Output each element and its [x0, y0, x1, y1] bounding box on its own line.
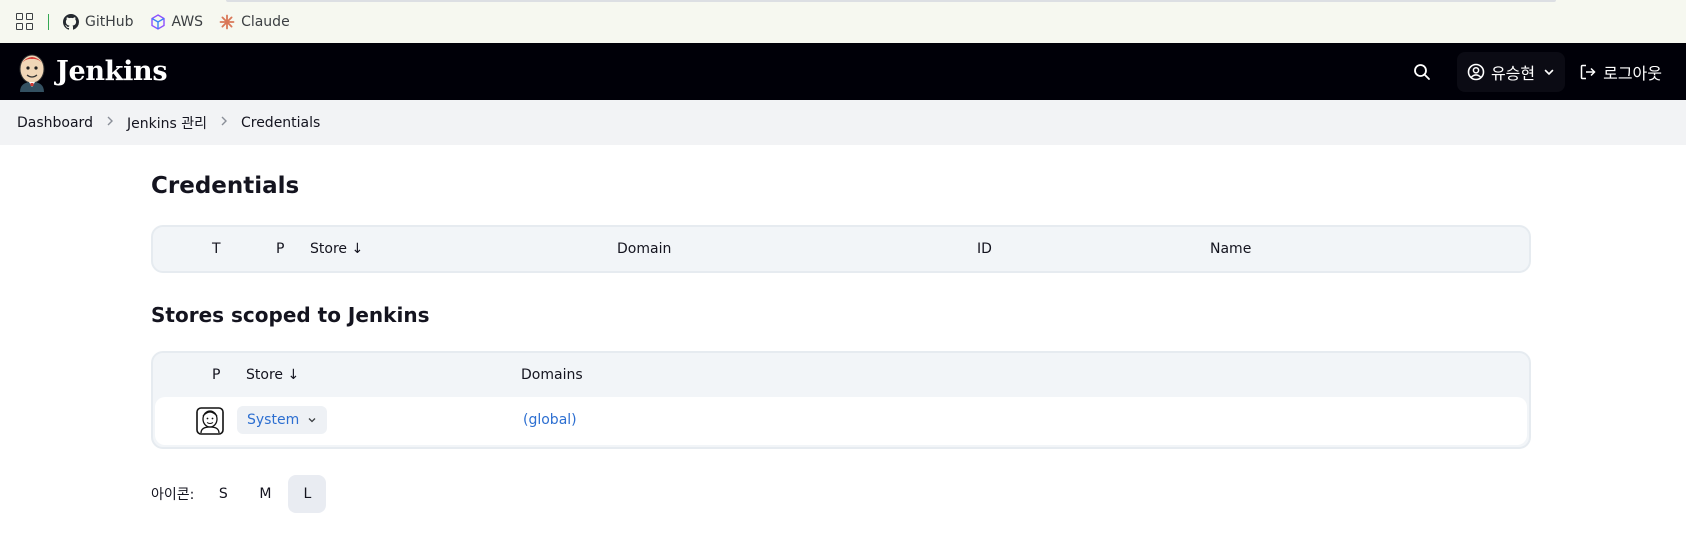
chevron-down-icon [308, 418, 316, 423]
bookmark-label: AWS [171, 13, 204, 30]
jenkins-home-link[interactable]: Jenkins [16, 52, 168, 92]
column-header-p[interactable]: P [212, 367, 220, 383]
store-name: System [247, 412, 300, 428]
icon-size-label: 아이콘: [151, 487, 195, 503]
column-header-domain[interactable]: Domain [617, 241, 671, 257]
jenkins-header: Jenkins 유승현 로그아웃 [0, 43, 1686, 100]
bookmark-label: GitHub [85, 13, 134, 30]
jenkins-brand: Jenkins [56, 56, 168, 87]
stores-table-header: P Store ↓ Domains [153, 353, 1529, 397]
credentials-table: T P Store ↓ Domain ID Name [151, 225, 1531, 273]
column-header-domains[interactable]: Domains [521, 367, 583, 383]
jenkins-logo-icon [19, 54, 45, 92]
main-content: Credentials T P Store ↓ Domain ID Name S… [151, 145, 1533, 513]
chevron-right-icon [105, 115, 115, 131]
jenkins-provider-icon [196, 407, 224, 435]
logout-button[interactable]: 로그아웃 [1571, 52, 1670, 92]
domain-link[interactable]: (global) [523, 412, 577, 428]
column-header-store[interactable]: Store ↓ [246, 367, 299, 383]
icon-size-m[interactable]: M [246, 475, 284, 513]
column-header-t[interactable]: T [212, 241, 221, 257]
search-icon [1414, 63, 1430, 80]
bookmark-divider [48, 13, 49, 30]
icon-size-l[interactable]: L [288, 475, 327, 513]
column-header-store[interactable]: Store ↓ [310, 241, 363, 257]
user-name: 유승현 [1490, 63, 1536, 83]
stores-section-title: Stores scoped to Jenkins [151, 303, 430, 327]
logout-label: 로그아웃 [1603, 63, 1662, 83]
search-button[interactable] [1405, 52, 1445, 92]
claude-icon [219, 14, 235, 29]
bookmark-aws[interactable]: AWS [150, 13, 204, 30]
user-menu-button[interactable]: 유승현 [1456, 51, 1566, 92]
apps-grid-icon[interactable] [16, 12, 34, 31]
column-header-id[interactable]: ID [977, 241, 992, 257]
chevron-down-icon [1544, 69, 1554, 75]
column-header-p[interactable]: P [276, 241, 284, 257]
chevron-right-icon [219, 115, 229, 131]
stores-table: P Store ↓ Domains System (global) [151, 351, 1531, 449]
breadcrumb-dashboard[interactable]: Dashboard [17, 115, 93, 131]
page-title: Credentials [151, 173, 300, 199]
breadcrumb: Dashboard Jenkins 관리 Credentials [0, 100, 1686, 145]
icon-size-selector: 아이콘: S M L [151, 475, 1533, 513]
breadcrumb-manage-jenkins[interactable]: Jenkins 관리 [127, 113, 207, 133]
credentials-table-header: T P Store ↓ Domain ID Name [153, 227, 1529, 271]
aws-icon [150, 13, 165, 30]
bookmark-label: Claude [241, 13, 290, 30]
store-dropdown-button[interactable]: System [237, 406, 328, 434]
table-row: System (global) [155, 397, 1527, 445]
logout-icon [1580, 64, 1596, 79]
bookmark-github[interactable]: GitHub [63, 13, 134, 30]
user-avatar-icon [1467, 63, 1485, 80]
bookmark-claude[interactable]: Claude [219, 14, 290, 30]
bookmarks-bar: GitHub AWS Claude [0, 0, 1686, 43]
column-header-name[interactable]: Name [1210, 241, 1251, 257]
icon-size-s[interactable]: S [204, 475, 242, 513]
github-icon [63, 13, 79, 30]
address-bar-edge [226, 0, 1556, 2]
breadcrumb-credentials[interactable]: Credentials [241, 115, 320, 131]
